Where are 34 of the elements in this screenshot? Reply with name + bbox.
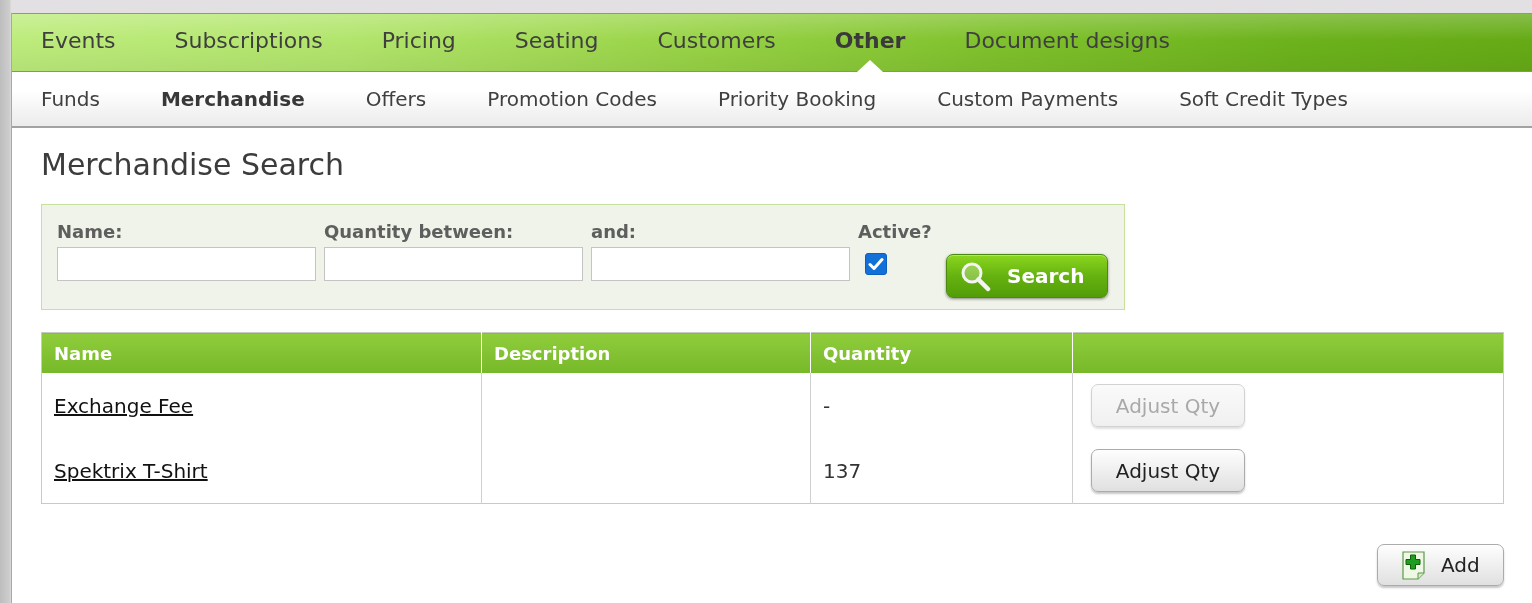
- item-link[interactable]: Spektrix T-Shirt: [54, 458, 208, 483]
- column-header: Description: [481, 332, 811, 373]
- add-button[interactable]: Add: [1377, 544, 1504, 586]
- nav-tab[interactable]: Events: [41, 14, 116, 71]
- sub-nav-tab[interactable]: Merchandise: [160, 72, 305, 126]
- input-field[interactable]: [57, 247, 316, 281]
- sub-nav-tab[interactable]: Offers: [365, 72, 427, 126]
- checkbox[interactable]: [865, 253, 887, 275]
- field-label: Name:: [57, 221, 123, 243]
- input-field[interactable]: [324, 247, 583, 281]
- sub-nav-tab[interactable]: Priority Booking: [717, 72, 877, 126]
- adjust-button[interactable]: Adjust Qty: [1091, 449, 1245, 492]
- field-label: Quantity between:: [324, 221, 514, 243]
- item-link[interactable]: Exchange Fee: [54, 393, 194, 418]
- page-title: Merchandise Search: [41, 147, 344, 183]
- field-label: and:: [591, 221, 637, 243]
- sub-nav-tab[interactable]: Promotion Codes: [487, 72, 657, 126]
- sub-nav-tab[interactable]: Soft Credit Types: [1179, 72, 1348, 126]
- sub-nav-tab[interactable]: Funds: [41, 72, 100, 126]
- field-label: Active?: [858, 221, 932, 243]
- table-cell: -: [810, 373, 1073, 438]
- nav-tab[interactable]: Customers: [657, 14, 776, 71]
- nav-tab[interactable]: Seating: [514, 14, 599, 71]
- column-header: Quantity: [810, 332, 1073, 373]
- document-plus-icon: [1402, 550, 1425, 580]
- nav-tab[interactable]: Other: [834, 14, 906, 71]
- table-cell: 137: [810, 438, 1073, 504]
- nav-tab[interactable]: Subscriptions: [174, 14, 323, 71]
- column-header: Name: [41, 332, 482, 373]
- search-icon: [960, 260, 991, 292]
- input-field[interactable]: [591, 247, 850, 281]
- nav-tab[interactable]: Document designs: [964, 14, 1170, 71]
- nav-tab[interactable]: Pricing: [381, 14, 456, 71]
- sub-nav-tab[interactable]: Custom Payments: [937, 72, 1119, 126]
